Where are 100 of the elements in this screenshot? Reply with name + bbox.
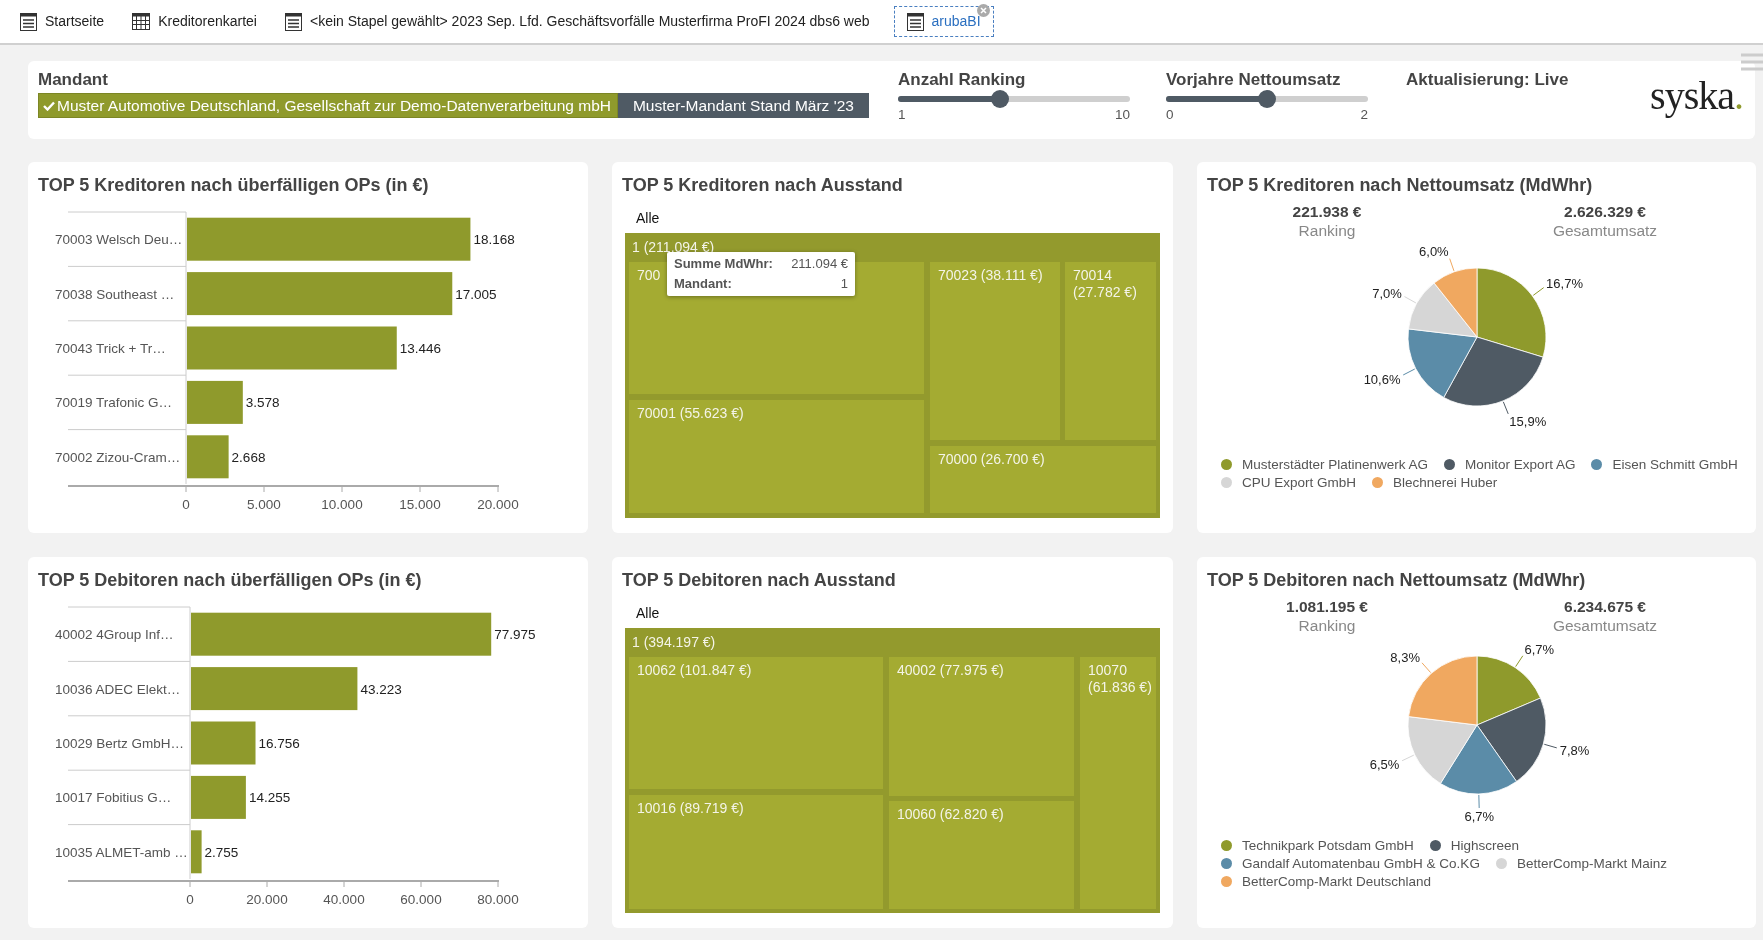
- tooltip-value: 1: [840, 276, 848, 292]
- data-label: 2.755: [204, 844, 239, 860]
- breadcrumb-link[interactable]: Alle: [636, 208, 660, 229]
- category-label: 70038 Southeast …: [55, 286, 175, 302]
- slider-thumb[interactable]: [991, 90, 1010, 108]
- slider-min-label: 1: [898, 106, 906, 124]
- update-status: Aktualisierung: Live: [1406, 70, 1569, 90]
- breadcrumb-link[interactable]: Alle: [636, 603, 660, 624]
- category-label: 10036 ADEC Elekt…: [55, 681, 181, 697]
- legend-item[interactable]: BetterComp-Markt Deutschland: [1221, 873, 1432, 890]
- data-label: 16,7%: [1546, 275, 1583, 291]
- category-label: 10035 ALMET-amb …: [55, 844, 188, 860]
- tick-label: 15.000: [399, 497, 441, 512]
- panel-title: TOP 5 Kreditoren nach Ausstand: [622, 174, 904, 196]
- legend-item[interactable]: Musterstädter Platinenwerk AG: [1221, 456, 1429, 473]
- kpi-value: 2.626.329 €: [1564, 202, 1646, 221]
- tick-label: 10.000: [321, 497, 363, 512]
- data-label: 7,0%: [1372, 285, 1402, 301]
- data-label: 14.255: [248, 790, 291, 806]
- legend-item[interactable]: Highscreen: [1429, 837, 1520, 854]
- panel-title: TOP 5 Kreditoren nach Nettoumsatz (MdWhr): [1207, 174, 1594, 196]
- tick-label: 20.000: [477, 497, 519, 512]
- bar: [191, 830, 202, 874]
- kpi-value: 221.938 €: [1292, 202, 1362, 221]
- bar: [187, 380, 243, 424]
- leader-line: [1449, 258, 1455, 272]
- tooltip-label: Mandant:: [674, 276, 732, 292]
- data-label: 7,8%: [1559, 743, 1590, 759]
- category-label: 10017 Fobitius G…: [55, 790, 172, 806]
- document-list-icon: [284, 12, 302, 31]
- leader-line: [1404, 296, 1417, 304]
- leader-line: [1401, 754, 1415, 762]
- leader-line: [1421, 662, 1432, 674]
- data-label: 43.223: [360, 681, 402, 697]
- category-label: 70019 Trafonic G…: [55, 395, 173, 411]
- grid-icon: [132, 13, 151, 30]
- data-label: 8,3%: [1390, 649, 1420, 665]
- data-label: 6,0%: [1419, 244, 1449, 260]
- leader-line: [1402, 368, 1416, 376]
- slider-min-label: 0: [1166, 106, 1174, 124]
- slider-label: Anzahl Ranking: [898, 70, 1027, 90]
- filter-label: Mandant: [38, 70, 109, 90]
- tab[interactable]: <kein Stapel gewählt> 2023 Sep. Lfd. Geschäftsvorfälle Musterfirma ProFI 2024 dbs6 web: [280, 7, 874, 36]
- bar: [187, 435, 229, 479]
- panel-title: TOP 5 Debitoren nach Nettoumsatz (MdWhr): [1207, 569, 1587, 591]
- kpi-label: Ranking: [1298, 616, 1356, 636]
- treemap-label: 1 (394.197 €): [632, 633, 716, 652]
- slider-max-label: 10: [1114, 106, 1130, 124]
- tick-label: 60.000: [400, 892, 442, 907]
- legend-item[interactable]: BetterComp-Markt Mainz: [1495, 855, 1667, 872]
- category-label: 10029 Bertz GmbH…: [55, 736, 185, 751]
- panel-title: TOP 5 Debitoren nach Ausstand: [622, 569, 897, 591]
- tab[interactable]: Startseite: [16, 7, 109, 36]
- tick-label: 0: [182, 497, 190, 512]
- panel-title: TOP 5 Debitoren nach überfälligen OPs (in €): [38, 569, 423, 591]
- pie-slice: [1476, 655, 1541, 726]
- slider-label: Vorjahre Nettoumsatz: [1166, 70, 1342, 90]
- legend-item[interactable]: Gandalf Automatenbau GmbH & Co.KG: [1221, 855, 1480, 872]
- segment-button[interactable]: Muster-Mandant Stand März '23: [617, 93, 869, 118]
- tick-label: 5.000: [247, 497, 281, 512]
- kpi-label: Gesamtumsatz: [1552, 616, 1658, 636]
- tick-label: 80.000: [477, 892, 519, 907]
- data-label: 6,7%: [1464, 808, 1495, 824]
- tick-label: 0: [186, 892, 194, 907]
- slider[interactable]: [1166, 90, 1368, 108]
- legend-item[interactable]: CPU Export GmbH: [1221, 474, 1357, 491]
- slider-thumb[interactable]: [1258, 90, 1276, 108]
- leader-line: [1543, 743, 1558, 749]
- kpi-label: Gesamtumsatz: [1552, 221, 1658, 241]
- leader-line: [1502, 401, 1509, 415]
- data-label: 13.446: [399, 341, 442, 356]
- logo: syska.: [1650, 76, 1743, 116]
- close-icon[interactable]: [976, 4, 990, 17]
- category-label: 70002 Zizou-Cram…: [55, 449, 181, 465]
- document-list-icon: [20, 12, 37, 31]
- data-label: 17.005: [455, 286, 497, 302]
- leader-line: [1478, 794, 1480, 809]
- data-label: 10,6%: [1363, 371, 1401, 387]
- kpi-value: 6.234.675 €: [1564, 597, 1646, 616]
- check-icon: [43, 100, 55, 111]
- kpi-label: Ranking: [1298, 221, 1356, 241]
- data-label: 77.975: [494, 627, 536, 643]
- legend-item[interactable]: Eisen Schmitt GmbH: [1591, 456, 1738, 473]
- data-label: 15,9%: [1509, 414, 1547, 430]
- data-label: 2.668: [231, 449, 266, 465]
- pie-slice: [1407, 716, 1478, 784]
- legend-item[interactable]: Monitor Export AG: [1444, 456, 1576, 473]
- tab[interactable]: arubaBI: [893, 6, 994, 37]
- category-label: 70003 Welsch Deu…: [55, 232, 183, 248]
- data-label: 6,5%: [1369, 757, 1400, 773]
- bar: [191, 721, 256, 765]
- legend-item[interactable]: Blechnerei Huber: [1372, 474, 1498, 491]
- tick-label: 40.000: [323, 892, 365, 907]
- legend-item[interactable]: Technikpark Potsdam GmbH: [1221, 837, 1414, 854]
- data-label: 18.168: [473, 232, 515, 248]
- slider[interactable]: [898, 90, 1130, 108]
- kpi-value: 1.081.195 €: [1286, 597, 1368, 616]
- leader-line: [1515, 655, 1524, 668]
- data-label: 6,7%: [1524, 642, 1555, 658]
- tab[interactable]: Kreditorenkartei: [128, 7, 261, 36]
